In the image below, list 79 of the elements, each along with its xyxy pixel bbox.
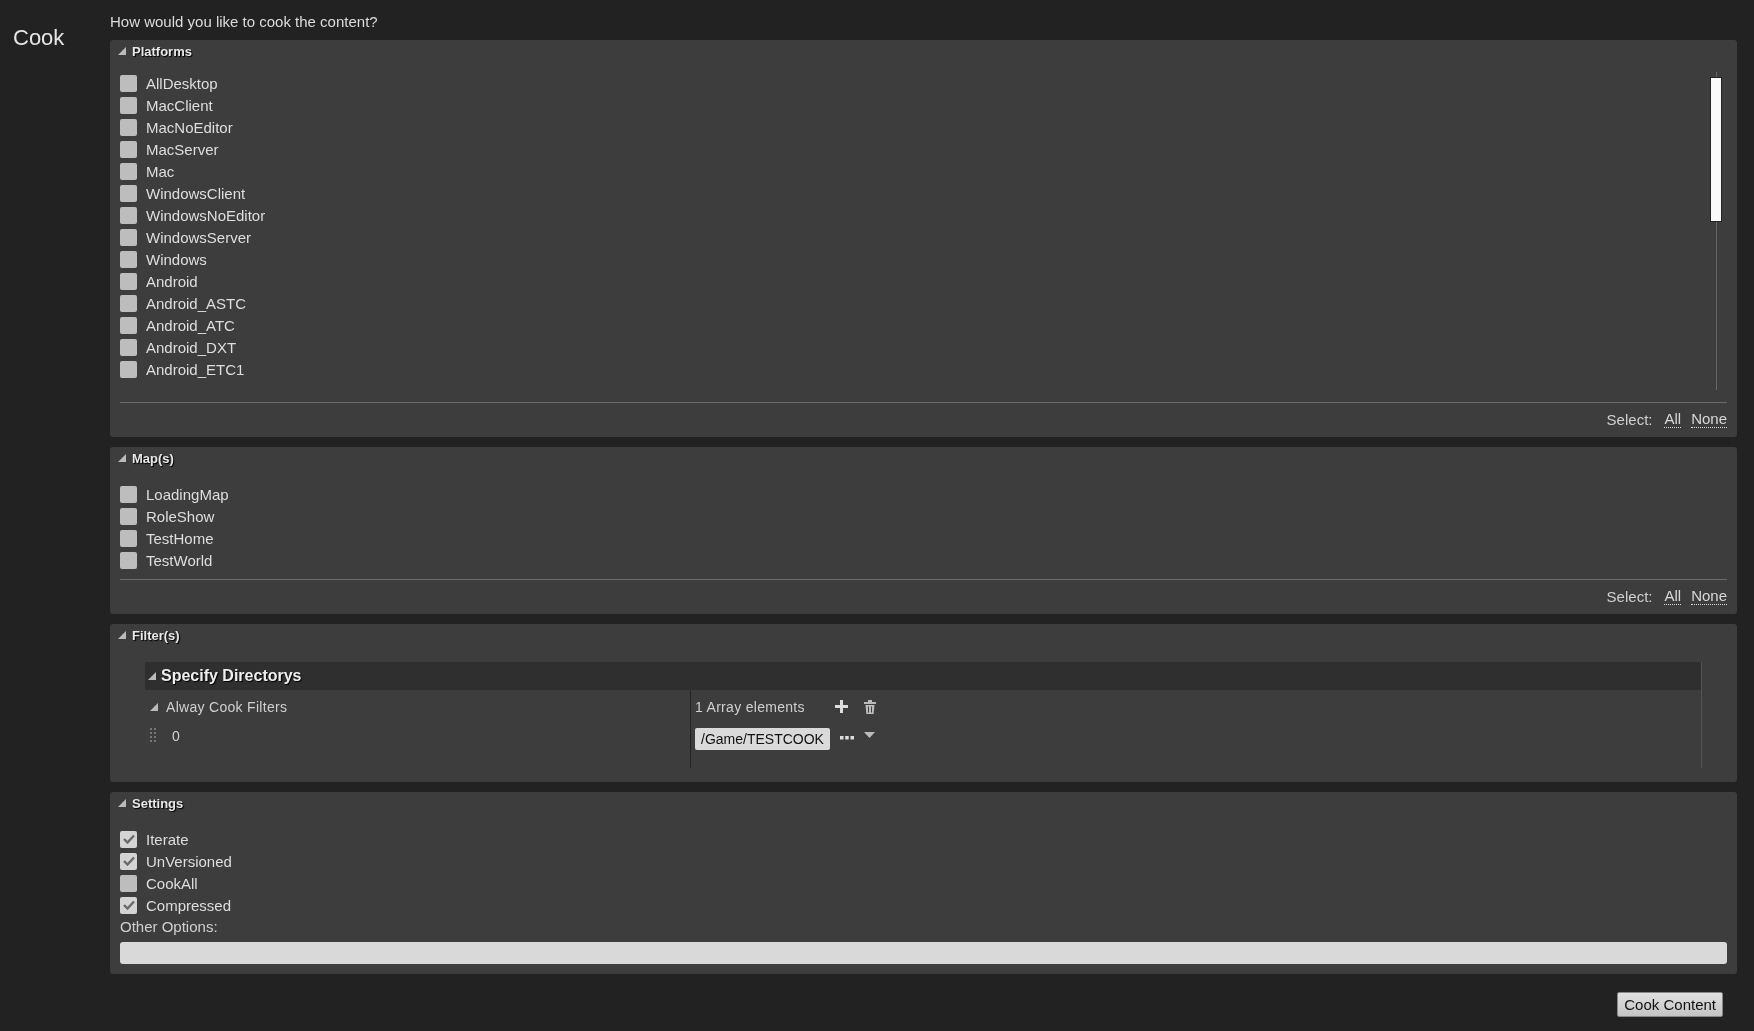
checkbox[interactable] xyxy=(120,360,137,378)
checkbox[interactable] xyxy=(120,162,137,180)
collapse-triangle-icon[interactable] xyxy=(150,702,158,711)
select-link[interactable]: All xyxy=(1664,410,1682,428)
checkbox-label: AllDesktop xyxy=(146,74,218,92)
checkbox[interactable] xyxy=(120,250,137,268)
property-label: Alway Cook Filters xyxy=(166,698,288,715)
element-index: 0 xyxy=(172,728,180,744)
checkbox[interactable] xyxy=(120,96,137,114)
checkbox-label: MacNoEditor xyxy=(146,118,233,136)
checkbox[interactable] xyxy=(120,184,137,202)
checkbox[interactable] xyxy=(120,830,137,848)
group-title: Specify Directorys xyxy=(161,667,302,685)
scrollbar-thumb[interactable] xyxy=(1710,77,1722,222)
section-header[interactable]: Settings xyxy=(132,795,184,811)
checkbox[interactable] xyxy=(120,485,137,503)
dropdown-caret-icon[interactable] xyxy=(863,732,875,738)
checkbox-label: Android_ATC xyxy=(146,316,235,334)
array-count-text: 1 Array elements xyxy=(695,698,805,715)
cook-content-button[interactable]: Cook Content xyxy=(1617,992,1723,1017)
checkbox[interactable] xyxy=(120,118,137,136)
checkbox-label: Android_ETC1 xyxy=(146,360,245,378)
field-label: Other Options: xyxy=(120,918,219,937)
drag-handle-icon[interactable] xyxy=(150,728,156,744)
checkbox-label: MacServer xyxy=(146,140,219,158)
checkbox-label: RoleShow xyxy=(146,507,215,525)
checkbox[interactable] xyxy=(120,338,137,356)
checkbox-label: LoadingMap xyxy=(146,485,229,503)
checkbox[interactable] xyxy=(120,874,137,892)
checkbox-label: Android_DXT xyxy=(146,338,237,356)
checkbox[interactable] xyxy=(120,529,137,547)
select-link[interactable]: None xyxy=(1691,587,1727,605)
checkbox[interactable] xyxy=(120,507,137,525)
options-input-field[interactable] xyxy=(120,942,1727,964)
checkbox-label: MacClient xyxy=(146,96,213,114)
checkbox[interactable] xyxy=(120,228,137,246)
checkbox-label: Iterate xyxy=(146,830,189,848)
checkbox-label: WindowsNoEditor xyxy=(146,206,266,224)
checkbox-label: Windows xyxy=(146,250,207,268)
select-label: Select: xyxy=(1606,410,1653,428)
section-header[interactable]: Platforms xyxy=(132,43,192,59)
window-title: Cook xyxy=(12,24,66,51)
more-dots-icon[interactable] xyxy=(839,736,854,740)
prompt-text: How would you like to cook the content? xyxy=(110,12,379,32)
checkbox-label: TestWorld xyxy=(146,551,213,569)
checkbox-label: CookAll xyxy=(146,874,198,892)
select-label: Select: xyxy=(1606,587,1653,605)
collapse-triangle-icon[interactable] xyxy=(118,631,126,639)
checkbox[interactable] xyxy=(120,74,137,92)
checkbox[interactable] xyxy=(120,140,137,158)
checkbox-label: UnVersioned xyxy=(146,852,232,870)
trash-icon[interactable] xyxy=(863,699,876,714)
collapse-triangle-icon[interactable] xyxy=(118,454,126,462)
checkbox-label: WindowsServer xyxy=(146,228,252,246)
path-value-field[interactable]: /Game/TESTCOOK xyxy=(695,728,830,750)
checkbox[interactable] xyxy=(120,272,137,290)
checkbox[interactable] xyxy=(120,316,137,334)
collapse-triangle-icon[interactable] xyxy=(118,799,126,807)
section-header[interactable]: Map(s) xyxy=(132,450,174,466)
section-header[interactable]: Filter(s) xyxy=(132,627,180,643)
checkmark-icon xyxy=(122,900,135,910)
checkbox-label: TestHome xyxy=(146,529,214,547)
checkbox-label: WindowsClient xyxy=(146,184,246,202)
checkmark-icon xyxy=(122,856,135,866)
checkbox[interactable] xyxy=(120,896,137,914)
checkbox[interactable] xyxy=(120,852,137,870)
checkbox[interactable] xyxy=(120,206,137,224)
checkbox[interactable] xyxy=(120,551,137,569)
select-link[interactable]: None xyxy=(1691,410,1727,428)
collapse-triangle-icon[interactable] xyxy=(118,47,126,55)
checkbox-label: Compressed xyxy=(146,896,232,914)
checkbox-label: Mac xyxy=(146,162,175,180)
add-icon[interactable] xyxy=(834,700,848,713)
checkmark-icon xyxy=(122,834,135,844)
select-link[interactable]: All xyxy=(1664,587,1682,605)
checkbox-label: Android_ASTC xyxy=(146,294,247,312)
checkbox[interactable] xyxy=(120,294,137,312)
collapse-triangle-icon[interactable] xyxy=(148,672,156,680)
checkbox-label: Android xyxy=(146,272,198,290)
